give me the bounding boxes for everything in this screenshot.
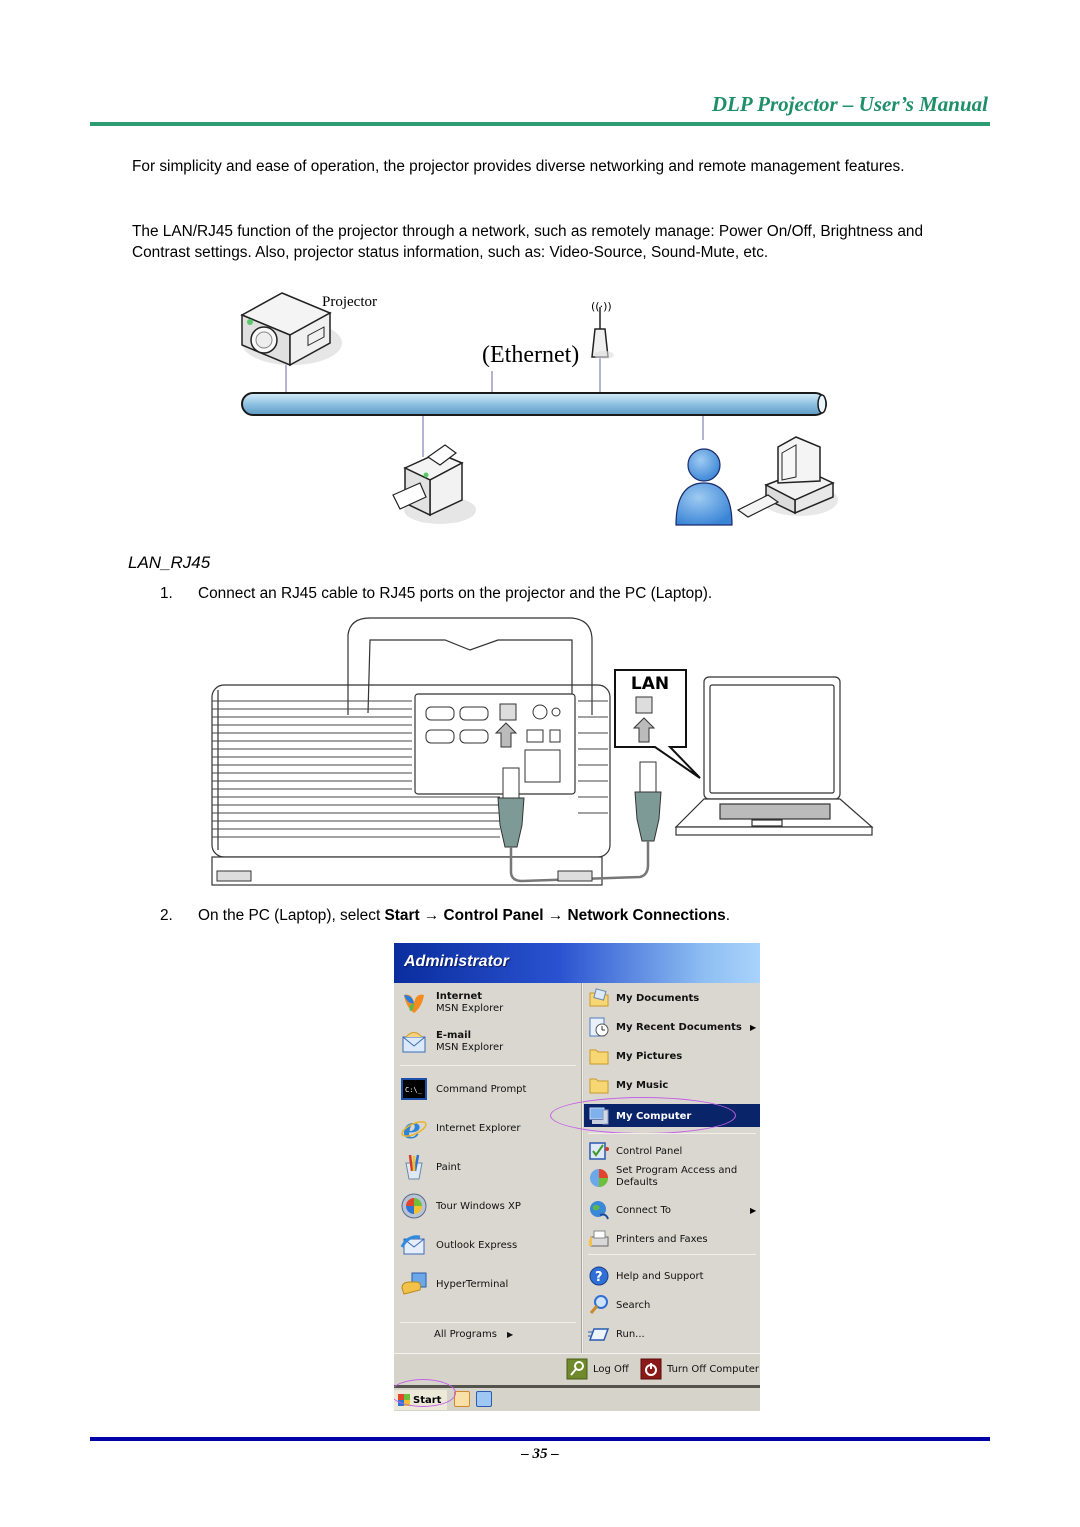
menu-item-printers-and-faxes[interactable]: Printers and Faxes <box>588 1228 708 1250</box>
step-1: 1. Connect an RJ45 cable to RJ45 ports on… <box>160 585 712 603</box>
start-menu: Administrator Internet MSN Explorer E-mai… <box>394 943 760 1411</box>
search-icon <box>588 1294 610 1316</box>
folder-icon <box>588 1045 610 1067</box>
menu-item-outlook-express[interactable]: Outlook Express <box>400 1231 517 1259</box>
menu-divider <box>400 1322 576 1323</box>
rj45-connection-diagram: LAN <box>200 615 900 890</box>
hyperterminal-icon <box>400 1270 428 1298</box>
column-divider <box>581 983 583 1353</box>
printer-icon <box>588 1228 610 1250</box>
submenu-arrow-icon: ▶ <box>750 1206 757 1215</box>
footer-rule <box>90 1437 990 1441</box>
submenu-arrow-icon: ▶ <box>506 1330 514 1339</box>
menu-item-internet-explorer[interactable]: e Internet Explorer <box>400 1112 521 1145</box>
program-access-icon <box>588 1166 610 1188</box>
power-socket <box>524 749 561 783</box>
user-icon <box>675 448 733 526</box>
menu-item-command-prompt[interactable]: C:\_ Command Prompt <box>400 1075 526 1103</box>
menu-item-set-program-access[interactable]: Set Program Access and Defaults <box>588 1165 737 1189</box>
menu-item-run[interactable]: Run... <box>588 1323 645 1345</box>
internet-explorer-icon: e <box>400 1112 428 1145</box>
menu-item-my-music[interactable]: My Music <box>588 1074 668 1096</box>
menu-item-paint[interactable]: Paint <box>400 1153 461 1181</box>
menu-item-my-pictures[interactable]: My Pictures <box>588 1045 682 1067</box>
svg-text:C:\_: C:\_ <box>405 1086 423 1094</box>
svg-text:((·)): ((·)) <box>591 300 612 313</box>
quick-launch-app-icon[interactable] <box>476 1391 492 1407</box>
rj45-port <box>499 703 517 721</box>
menu-item-hyperterminal[interactable]: HyperTerminal <box>400 1270 508 1298</box>
intro-paragraph-2: The LAN/RJ45 function of the projector t… <box>132 223 924 261</box>
menu-divider <box>400 1065 576 1066</box>
menu-divider <box>588 1133 756 1134</box>
user-name: Administrator <box>404 953 509 970</box>
submenu-arrow-icon: ▶ <box>750 1023 757 1032</box>
quick-launch-clock-icon[interactable] <box>454 1391 470 1407</box>
control-panel-link: Control Panel <box>443 907 544 924</box>
menu-item-help-and-support[interactable]: ? Help and Support <box>588 1265 704 1287</box>
command-prompt-icon: C:\_ <box>400 1075 428 1103</box>
step-text: Connect an RJ45 cable to RJ45 ports on t… <box>198 585 713 602</box>
outlook-express-icon <box>400 1231 428 1259</box>
start-menu-footer: Log Off Turn Off Computer <box>394 1353 760 1385</box>
menu-divider <box>588 1254 756 1255</box>
ethernet-bus <box>241 392 827 416</box>
laptop-icon <box>674 676 874 836</box>
menu-item-control-panel[interactable]: Control Panel <box>588 1140 682 1162</box>
lan-label: LAN <box>631 674 669 694</box>
all-programs-button[interactable]: All Programs ▶ <box>434 1329 513 1340</box>
help-icon: ? <box>588 1265 610 1287</box>
step-number: 1. <box>160 585 173 602</box>
wireless-access-point-icon: ((·)) <box>591 300 614 359</box>
ethernet-label: (Ethernet) <box>482 342 580 368</box>
menu-item-connect-to[interactable]: Connect To <box>588 1199 671 1221</box>
key-icon <box>566 1358 588 1380</box>
mail-envelope-icon <box>400 1028 428 1056</box>
menu-item-my-recent-documents[interactable]: My Recent Documents <box>588 1016 742 1038</box>
menu-item-email[interactable]: E-mail MSN Explorer <box>400 1028 503 1056</box>
svg-text:?: ? <box>595 1270 603 1285</box>
step-number: 2. <box>160 907 173 924</box>
folder-documents-icon <box>588 987 610 1009</box>
my-computer-highlight-ellipse <box>550 1097 736 1134</box>
vent-slats-right <box>578 700 608 814</box>
manual-title: DLP Projector – User’s Manual <box>711 92 988 116</box>
power-icon <box>640 1358 662 1380</box>
projector-label: Projector <box>322 294 377 310</box>
desktop-computer-icon <box>736 436 838 518</box>
page-number: – 35 – <box>521 1446 559 1462</box>
menu-item-search[interactable]: Search <box>588 1294 650 1316</box>
folder-icon <box>588 1074 610 1096</box>
control-panel-icon <box>588 1140 610 1162</box>
menu-item-internet[interactable]: Internet MSN Explorer <box>400 989 503 1017</box>
recent-documents-icon <box>588 1016 610 1038</box>
section-heading: LAN_RJ45 <box>128 553 211 572</box>
menu-item-my-documents[interactable]: My Documents <box>588 987 699 1009</box>
tour-windows-icon <box>400 1192 428 1220</box>
start-menu-header: Administrator <box>394 943 760 983</box>
turn-off-computer-button[interactable]: Turn Off Computer <box>640 1358 759 1380</box>
menu-item-tour-windows-xp[interactable]: Tour Windows XP <box>400 1192 521 1220</box>
run-icon <box>588 1323 610 1345</box>
printer-icon <box>392 444 476 524</box>
step-2: 2. On the PC (Laptop), select Start → Con… <box>160 907 731 924</box>
network-connections-link: Network Connections <box>567 907 726 924</box>
intro-paragraph-1: For simplicity and ease of operation, th… <box>132 158 905 175</box>
msn-butterfly-icon <box>400 989 428 1017</box>
connect-to-icon <box>588 1199 610 1221</box>
header-rule <box>90 122 990 126</box>
log-off-button[interactable]: Log Off <box>566 1358 629 1380</box>
network-diagram: ((·)) Projector (Ethernet) <box>230 285 840 535</box>
start-link: Start <box>384 907 420 924</box>
paint-icon <box>400 1153 428 1181</box>
